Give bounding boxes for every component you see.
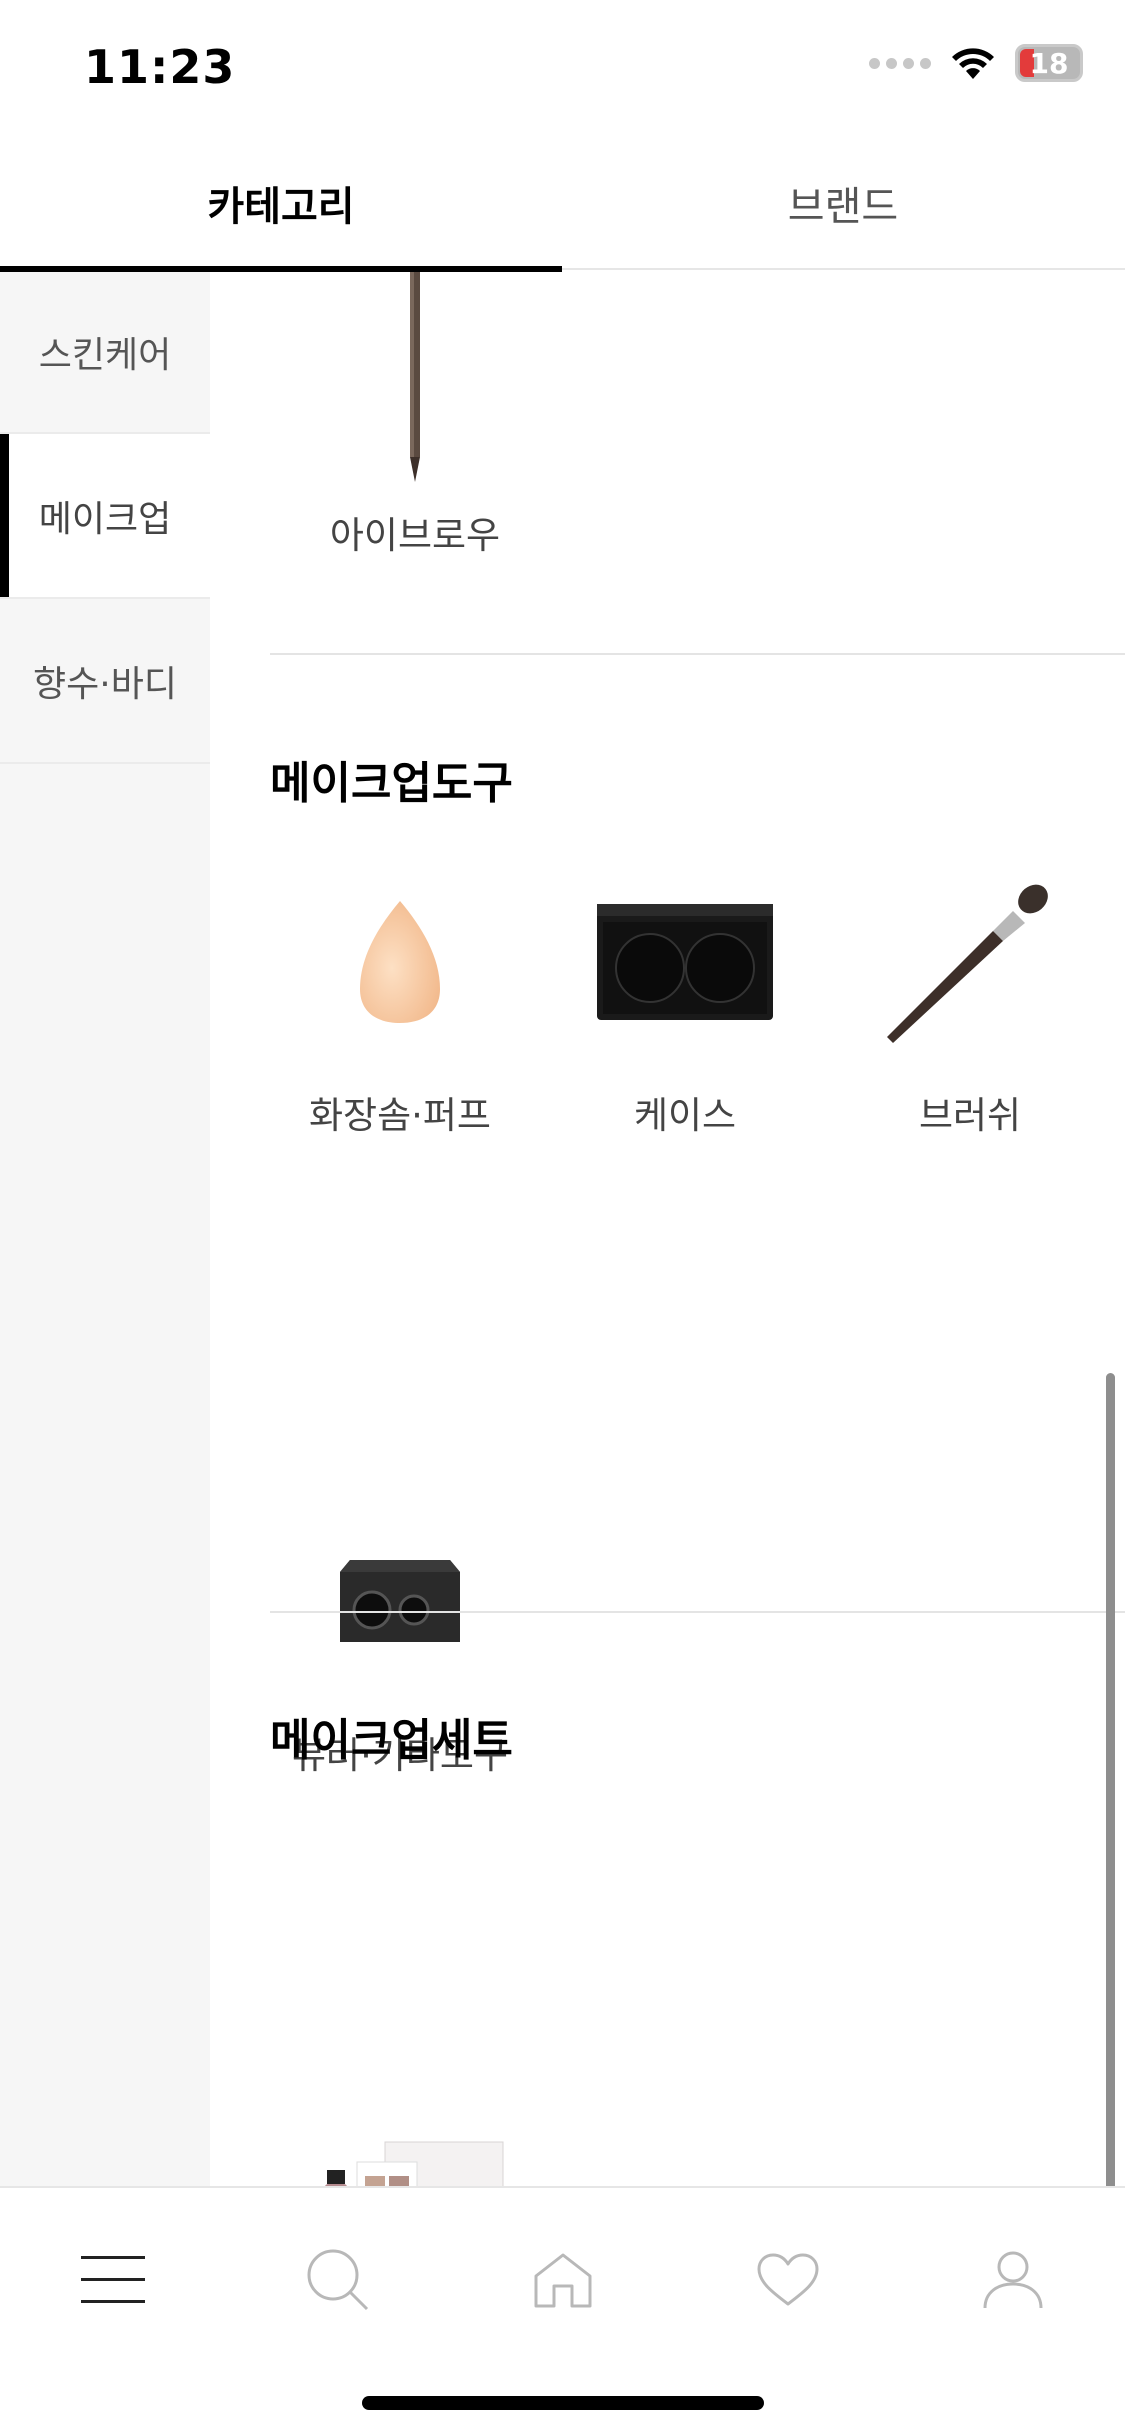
sidebar-item-makeup[interactable]: 메이크업 xyxy=(0,434,210,599)
sidebar-item-skincare[interactable]: 스킨케어 xyxy=(0,272,210,434)
status-icons: 18 xyxy=(869,44,1083,82)
scrollbar[interactable] xyxy=(1106,1373,1115,2326)
section-divider xyxy=(270,653,1125,655)
battery-icon: 18 xyxy=(1015,44,1083,82)
top-tabs: 카테고리 브랜드 xyxy=(0,135,1125,272)
home-indicator xyxy=(362,2396,764,2410)
category-content: 아이브로우 메이크업도구 화장솜·퍼프 케이스 브러쉬 뷰러·기타도구 메이크업… xyxy=(210,272,1125,2186)
section-title-makeup-tools: 메이크업도구 xyxy=(270,758,513,809)
section-title-makeup-set: 메이크업세트 xyxy=(270,1715,513,1766)
status-time: 11:23 xyxy=(84,40,236,94)
makeup-set-icon xyxy=(255,2090,545,2186)
category-item-label: 화장솜·퍼프 xyxy=(309,1094,491,1137)
sharpener-icon xyxy=(255,1497,545,1707)
tab-category[interactable]: 카테고리 xyxy=(0,135,562,272)
section-divider xyxy=(270,1611,1125,1613)
makeup-sponge-icon xyxy=(255,857,545,1067)
home-icon[interactable] xyxy=(513,2230,613,2330)
sidebar-item-fragrance-body[interactable]: 향수·바디 xyxy=(0,599,210,764)
category-item-label: 케이스 xyxy=(633,1094,737,1137)
category-item-label: 브러쉬 xyxy=(918,1094,1022,1137)
category-item-sponge-puff[interactable]: 화장솜·퍼프 xyxy=(255,857,545,1139)
eyebrow-pencil-icon xyxy=(270,272,560,487)
makeup-brush-icon xyxy=(825,857,1115,1067)
search-icon[interactable] xyxy=(288,2230,388,2330)
menu-icon[interactable] xyxy=(63,2230,163,2330)
category-item-label: 아이브로우 xyxy=(329,514,501,557)
battery-level: 18 xyxy=(1029,46,1069,80)
cellular-signal-icon xyxy=(869,57,931,69)
category-item-eyebrow[interactable]: 아이브로우 xyxy=(270,272,560,559)
heart-icon[interactable] xyxy=(738,2230,838,2330)
category-item-case[interactable]: 케이스 xyxy=(540,857,830,1139)
category-sidebar: 스킨케어 메이크업 향수·바디 xyxy=(0,272,210,2186)
palette-case-icon xyxy=(540,857,830,1067)
category-item-brush[interactable]: 브러쉬 xyxy=(825,857,1115,1139)
status-bar: 11:23 18 xyxy=(0,0,1125,135)
wifi-icon xyxy=(952,48,994,79)
screen: 11:23 18 카테고리 브랜드 스킨케어 메이크업 향수·바디 아이브로우 … xyxy=(0,0,1125,2436)
category-item-set[interactable]: 세트 xyxy=(255,2090,545,2186)
user-icon[interactable] xyxy=(963,2230,1063,2330)
tab-brand[interactable]: 브랜드 xyxy=(562,135,1124,270)
